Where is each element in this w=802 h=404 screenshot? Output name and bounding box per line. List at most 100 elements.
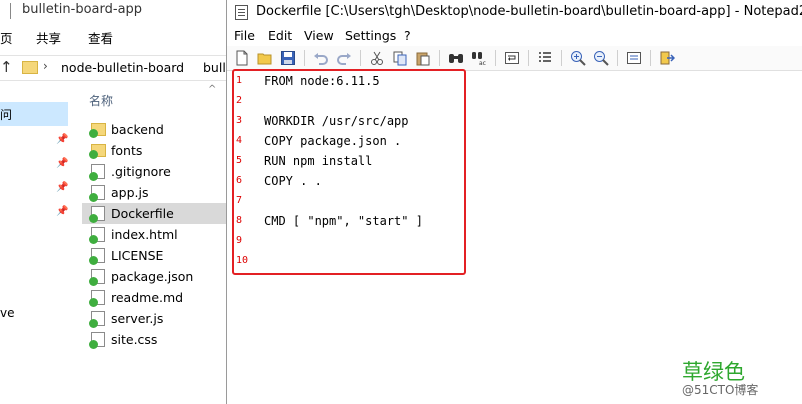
file-list-item[interactable]: app.js xyxy=(82,182,230,203)
undo-icon[interactable] xyxy=(313,50,329,66)
save-icon[interactable] xyxy=(280,50,296,66)
file-list-item[interactable]: index.html xyxy=(82,224,230,245)
window-title: Dockerfile [C:\Users\tgh\Desktop\node-bu… xyxy=(256,4,802,19)
notepad-titlebar: Dockerfile [C:\Users\tgh\Desktop\node-bu… xyxy=(227,0,802,24)
menu-help[interactable]: ? xyxy=(404,28,411,43)
copy-icon[interactable] xyxy=(392,50,408,66)
explorer-ribbon: 页 共享 查看 xyxy=(0,24,230,48)
breadcrumb-tail[interactable]: bull xyxy=(203,60,226,75)
nav-item-label[interactable]: ve xyxy=(0,306,14,320)
explorer-titlebar: bulletin-board-app xyxy=(0,0,230,22)
file-list-item[interactable]: package.json xyxy=(82,266,230,287)
sync-check-icon xyxy=(89,298,98,307)
sync-check-icon xyxy=(89,172,98,181)
pin-icon[interactable]: 📌 xyxy=(56,158,68,169)
notepad-app-icon xyxy=(235,5,248,20)
explorer-title: bulletin-board-app xyxy=(22,2,143,17)
toolbar-separator xyxy=(495,50,496,66)
line-numbers-icon[interactable] xyxy=(537,50,553,66)
file-name: backend xyxy=(111,122,164,137)
open-folder-icon[interactable] xyxy=(257,50,273,66)
file-list-item[interactable]: .gitignore xyxy=(82,161,230,182)
folder-icon xyxy=(22,61,38,74)
sync-check-icon xyxy=(89,319,98,328)
file-list-item[interactable]: Dockerfile xyxy=(82,203,230,224)
watermark-site: @51CTO博客 xyxy=(682,383,759,397)
menu-file[interactable]: File xyxy=(234,28,255,43)
folder-icon xyxy=(89,123,106,138)
file-explorer-window: bulletin-board-app 页 共享 查看 ↑ › node-bull… xyxy=(0,0,230,404)
pin-icon[interactable]: 📌 xyxy=(56,182,68,193)
replace-icon[interactable]: ac xyxy=(471,50,487,66)
sync-check-icon xyxy=(89,340,98,349)
file-icon xyxy=(89,227,105,244)
word-wrap-icon[interactable] xyxy=(504,50,520,66)
file-icon xyxy=(89,164,105,181)
file-list-item[interactable]: fonts xyxy=(82,140,230,161)
redo-icon[interactable] xyxy=(336,50,352,66)
file-name: package.json xyxy=(111,269,194,284)
file-name: .gitignore xyxy=(111,164,171,179)
toolbar-separator xyxy=(439,50,440,66)
navigation-pane: 问 📌 📌 📌 📌 ve xyxy=(0,82,72,404)
file-list-item[interactable]: site.css xyxy=(82,329,230,350)
pin-icon[interactable]: 📌 xyxy=(56,206,68,217)
cut-icon[interactable] xyxy=(369,50,385,66)
scheme-icon[interactable] xyxy=(626,50,642,66)
file-name: index.html xyxy=(111,227,178,242)
address-bar[interactable]: ↑ › node-bulletin-board bull xyxy=(0,55,230,81)
sync-check-icon xyxy=(89,193,98,202)
up-arrow-icon[interactable]: ↑ xyxy=(0,58,13,76)
menu-bar: File Edit View Settings ? xyxy=(227,25,802,45)
folder-icon xyxy=(89,144,106,159)
sync-check-icon xyxy=(89,129,98,138)
breadcrumb-folder[interactable]: node-bulletin-board xyxy=(61,60,184,75)
file-list-item[interactable]: server.js xyxy=(82,308,230,329)
paste-icon[interactable] xyxy=(415,50,431,66)
nav-item-selected[interactable]: 问 xyxy=(0,102,68,126)
file-name: app.js xyxy=(111,185,149,200)
file-list-item[interactable]: readme.md xyxy=(82,287,230,308)
toolbar-separator xyxy=(528,50,529,66)
column-header-name[interactable]: 名称 xyxy=(89,92,113,109)
pin-icon[interactable]: 📌 xyxy=(56,134,68,145)
file-name: server.js xyxy=(111,311,164,326)
file-icon xyxy=(89,269,105,286)
sync-check-icon xyxy=(89,277,98,286)
ribbon-tab-page[interactable]: 页 xyxy=(0,28,13,47)
toolbar-separator xyxy=(617,50,618,66)
ribbon-tab-share[interactable]: 共享 xyxy=(36,28,61,47)
find-icon[interactable] xyxy=(448,50,464,66)
toolbar-separator xyxy=(650,50,651,66)
file-list-item[interactable]: backend xyxy=(82,119,230,140)
sync-check-icon xyxy=(89,150,98,159)
file-name: LICENSE xyxy=(111,248,164,263)
file-list: backend fonts .gitignore app.js Dockerfile in… xyxy=(82,119,230,350)
sort-up-icon: ^ xyxy=(208,84,217,95)
svg-text:ac: ac xyxy=(479,60,486,66)
toolbar: ac xyxy=(227,46,802,71)
highlight-box xyxy=(232,69,466,275)
zoom-out-icon[interactable] xyxy=(593,50,609,66)
ribbon-tab-view[interactable]: 查看 xyxy=(88,28,113,47)
file-list-pane: ^ 名称 backend fonts .gitignore app.js Dockerf… xyxy=(82,82,230,404)
file-icon xyxy=(89,185,105,202)
file-name: site.css xyxy=(111,332,158,347)
zoom-in-icon[interactable] xyxy=(570,50,586,66)
file-name: readme.md xyxy=(111,290,184,305)
sync-check-icon xyxy=(89,214,98,223)
exit-icon[interactable] xyxy=(659,50,675,66)
menu-settings[interactable]: Settings xyxy=(345,28,396,43)
menu-edit[interactable]: Edit xyxy=(268,28,292,43)
chevron-right-icon[interactable]: › xyxy=(43,59,48,73)
nav-item-label: 问 xyxy=(0,108,13,122)
file-icon xyxy=(89,332,105,349)
toolbar-separator xyxy=(360,50,361,66)
file-name: fonts xyxy=(111,143,143,158)
file-list-item[interactable]: LICENSE xyxy=(82,245,230,266)
menu-view[interactable]: View xyxy=(304,28,334,43)
sync-check-icon xyxy=(89,235,98,244)
new-file-icon[interactable] xyxy=(234,50,250,66)
title-divider xyxy=(10,3,11,19)
toolbar-separator xyxy=(561,50,562,66)
